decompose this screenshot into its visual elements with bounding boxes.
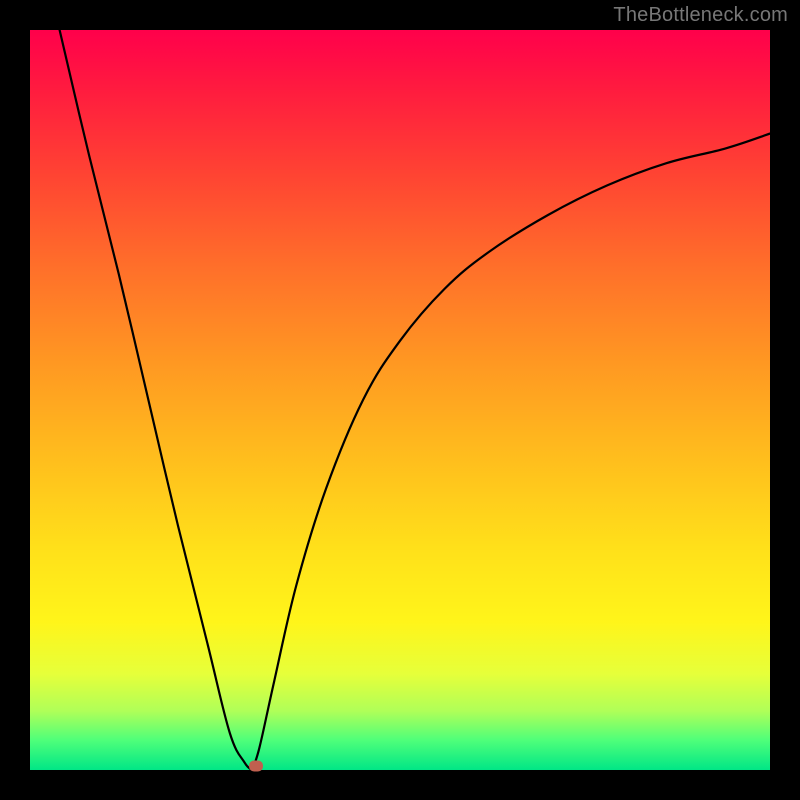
chart-frame: TheBottleneck.com [0,0,800,800]
curve-left-branch [60,30,252,770]
plot-area [30,30,770,770]
minimum-marker [249,761,263,772]
curve-svg [30,30,770,770]
curve-right-branch [252,134,770,770]
watermark-text: TheBottleneck.com [613,4,788,27]
